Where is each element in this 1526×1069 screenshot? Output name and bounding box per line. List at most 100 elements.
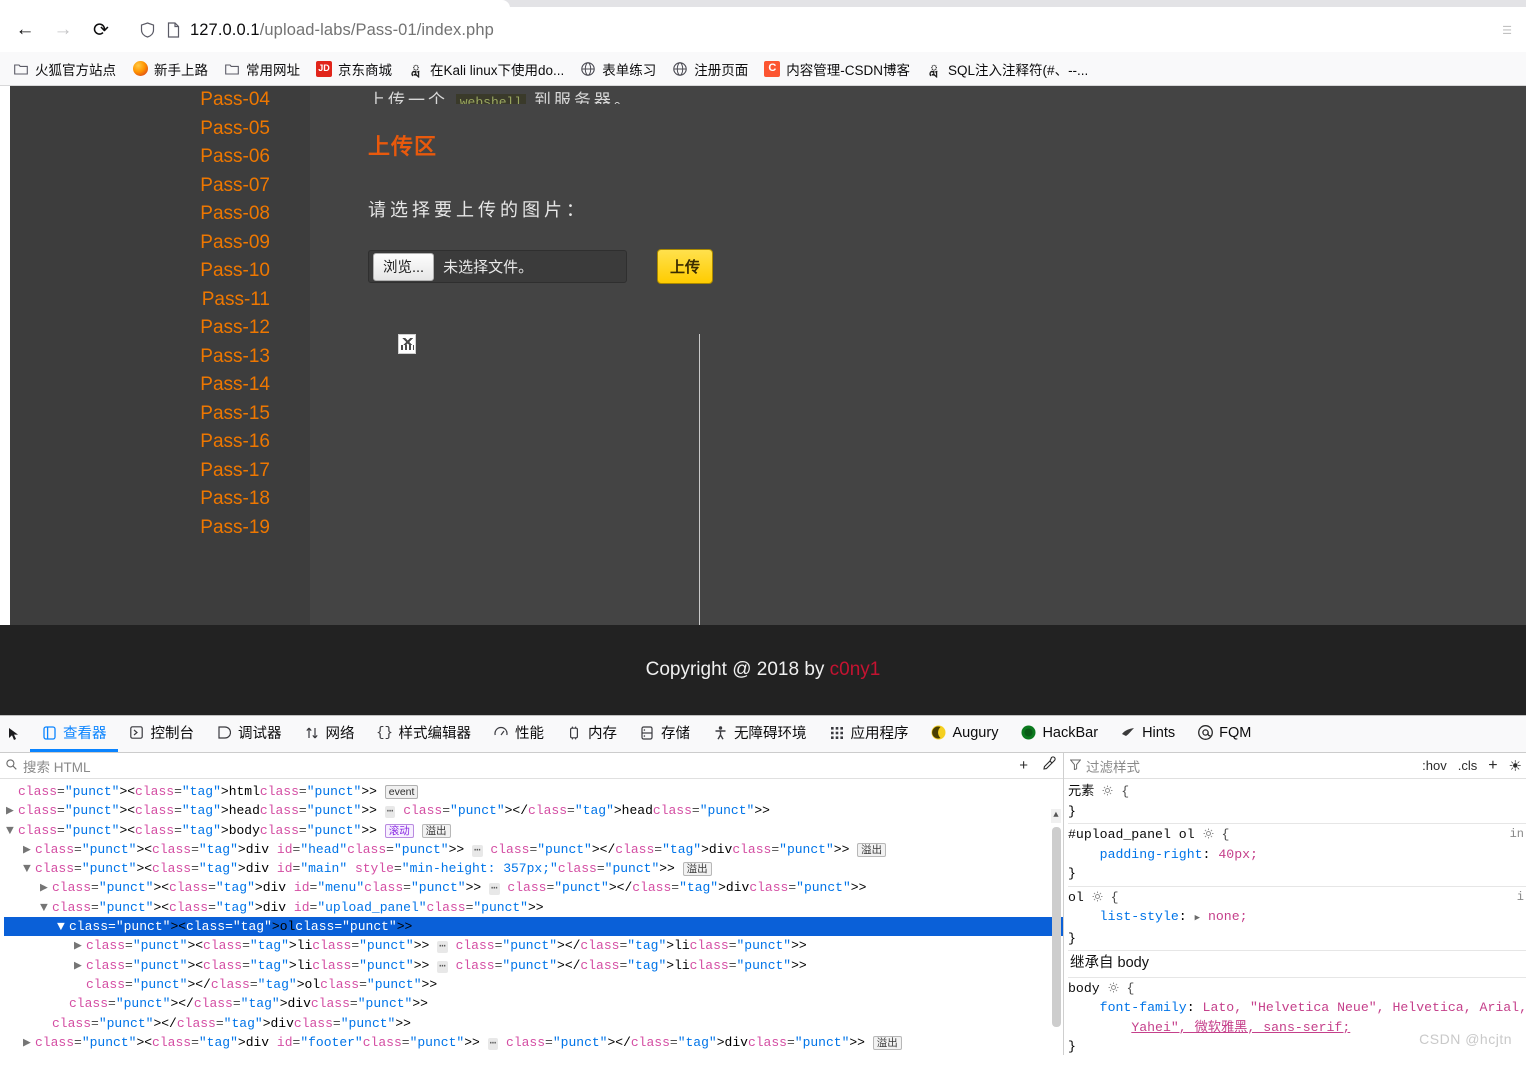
devtools-tab-hackbar[interactable]: HackBar bbox=[1009, 716, 1109, 752]
submit-upload-button[interactable]: 上传 bbox=[657, 249, 714, 284]
html-tree-node[interactable]: class="punct"></class="tag">divclass="pu… bbox=[4, 1014, 1063, 1033]
menu-link-pass-05[interactable]: Pass-05 bbox=[10, 115, 270, 144]
html-tree-node[interactable]: ▼ class="punct"><class="tag">bodyclass="p… bbox=[4, 821, 1063, 840]
augury-moon-icon bbox=[931, 725, 947, 741]
scroll-thumb[interactable] bbox=[1052, 827, 1061, 1027]
html-tree-node[interactable]: class="punct"><class="tag">htmlclass="pu… bbox=[4, 782, 1063, 801]
menu-link-pass-16[interactable]: Pass-16 bbox=[10, 428, 270, 457]
menu-link-pass-04[interactable]: Pass-04 bbox=[10, 86, 270, 115]
menu-link-pass-07[interactable]: Pass-07 bbox=[10, 172, 270, 201]
html-tree-node[interactable]: ▶ class="punct"><class="tag">div id="foot… bbox=[4, 1033, 1063, 1052]
plus-icon[interactable]: + bbox=[1488, 757, 1497, 775]
menu-link-pass-06[interactable]: Pass-06 bbox=[10, 143, 270, 172]
copyright-author: c0ny1 bbox=[829, 659, 881, 680]
html-tree-node[interactable]: ▶ class="punct"><class="tag">liclass="pun… bbox=[4, 936, 1063, 955]
devtools-tab-console[interactable]: 控制台 bbox=[118, 716, 206, 752]
html-tree-node[interactable]: ▶ class="punct"><class="tag">liclass="pun… bbox=[4, 956, 1063, 975]
css-selector-line[interactable]: in #upload_panel ol { bbox=[1068, 825, 1526, 845]
styles-filter-bar[interactable]: 过滤样式 :hov .cls + ☀ bbox=[1064, 753, 1526, 779]
watermark: CSDN @hcjtn bbox=[1419, 1031, 1512, 1047]
cls-toggle[interactable]: .cls bbox=[1458, 758, 1478, 773]
css-declaration[interactable]: font-family: Lato, "Helvetica Neue", Hel… bbox=[1068, 998, 1526, 1018]
devtools-tab-network[interactable]: 网络 bbox=[293, 716, 366, 752]
menu-link-pass-10[interactable]: Pass-10 bbox=[10, 257, 270, 286]
bookmark-item[interactable]: ླ 在Kali linux下使用do... bbox=[401, 56, 571, 82]
address-bar[interactable]: 127.0.0.1/upload-labs/Pass-01/index.php bbox=[130, 13, 1494, 47]
devtools-tab-fqm-at[interactable]: FQM bbox=[1186, 716, 1262, 752]
element-picker-icon[interactable] bbox=[0, 716, 30, 752]
devtools-tab-debugger[interactable]: 调试器 bbox=[205, 716, 293, 752]
html-tree-scrollbar[interactable]: ▲ bbox=[1051, 809, 1062, 1049]
html-tree-node[interactable]: ▶ class="punct"><class="tag">div id="menu… bbox=[4, 878, 1063, 897]
bookmark-item[interactable]: 表单练习 bbox=[573, 56, 663, 82]
html-search-placeholder: 搜索 HTML bbox=[23, 759, 91, 775]
menu-link-pass-08[interactable]: Pass-08 bbox=[10, 200, 270, 229]
devtools-tab-label: Augury bbox=[952, 724, 999, 741]
devtools-tab-style-editor[interactable]: {} 样式编辑器 bbox=[366, 716, 483, 752]
devtools-tab-label: 无障碍环境 bbox=[734, 726, 807, 742]
html-tree-node[interactable]: ▶ class="punct"><class="tag">div id="head… bbox=[4, 840, 1063, 859]
html-tree-node[interactable]: class="punct"></class="tag">olclass="pun… bbox=[4, 975, 1063, 994]
css-rule[interactable]: i ol { list-style: ▶ none;} bbox=[1068, 887, 1526, 951]
html-tree-node[interactable]: ▼ class="punct"><class="tag">div id="main… bbox=[4, 859, 1063, 878]
devtools-tab-storage[interactable]: 存储 bbox=[628, 716, 701, 752]
folder-icon bbox=[13, 61, 29, 77]
bookmark-item[interactable]: 火狐官方站点 bbox=[6, 56, 123, 82]
bookmark-label: 表单练习 bbox=[602, 62, 657, 78]
css-declaration[interactable]: padding-right: 40px; bbox=[1068, 845, 1526, 865]
menu-link-pass-13[interactable]: Pass-13 bbox=[10, 343, 270, 372]
menu-link-pass-09[interactable]: Pass-09 bbox=[10, 229, 270, 258]
browse-button[interactable]: 浏览... bbox=[373, 252, 435, 281]
devtools-tab-memory[interactable]: 内存 bbox=[555, 716, 628, 752]
scroll-up-arrow[interactable]: ▲ bbox=[1051, 809, 1061, 823]
css-rule[interactable]: in #upload_panel ol { padding-right: 40px… bbox=[1068, 824, 1526, 887]
url-text[interactable]: 127.0.0.1/upload-labs/Pass-01/index.php bbox=[190, 21, 494, 40]
html-search-bar[interactable]: 搜索 HTML + bbox=[0, 753, 1063, 779]
urlbar-extra-icon[interactable]: ☰ bbox=[1494, 24, 1520, 37]
bookmark-item[interactable]: 常用网址 bbox=[217, 56, 307, 82]
menu-link-pass-12[interactable]: Pass-12 bbox=[10, 314, 270, 343]
css-rule[interactable]: 元素 {} bbox=[1068, 781, 1526, 824]
firefox-icon bbox=[132, 61, 148, 77]
css-declaration[interactable]: list-style: ▶ none; bbox=[1068, 907, 1526, 929]
css-selector-line[interactable]: body { bbox=[1068, 979, 1526, 999]
html-tree-node[interactable]: class="punct"></class="tag">divclass="pu… bbox=[4, 994, 1063, 1013]
devtools-tab-performance[interactable]: 性能 bbox=[482, 716, 555, 752]
menu-link-pass-14[interactable]: Pass-14 bbox=[10, 371, 270, 400]
back-button[interactable]: ← bbox=[6, 13, 44, 47]
devtools-tab-augury-moon[interactable]: Augury bbox=[920, 716, 1010, 752]
menu-link-pass-19[interactable]: Pass-19 bbox=[10, 514, 270, 543]
html-tree[interactable]: class="punct"><class="tag">htmlclass="pu… bbox=[0, 779, 1063, 1055]
list-item: Pass-05 bbox=[10, 115, 270, 144]
devtools-tab-application[interactable]: 应用程序 bbox=[818, 716, 920, 752]
eyedropper-icon[interactable] bbox=[1042, 756, 1057, 775]
css-selector-line[interactable]: i ol { bbox=[1068, 888, 1526, 908]
bookmark-item[interactable]: ླ SQL注入注释符(#、--... bbox=[919, 56, 1095, 82]
menu-link-pass-17[interactable]: Pass-17 bbox=[10, 457, 270, 486]
bookmark-item[interactable]: 新手上路 bbox=[125, 56, 215, 82]
html-tree-node[interactable]: ▼ class="punct"><class="tag">div id="uplo… bbox=[4, 898, 1063, 917]
hov-toggle[interactable]: :hov bbox=[1422, 758, 1447, 773]
active-tab[interactable] bbox=[0, 0, 510, 8]
sun-icon[interactable]: ☀ bbox=[1509, 757, 1522, 775]
shield-icon[interactable] bbox=[138, 21, 156, 39]
menu-link-pass-15[interactable]: Pass-15 bbox=[10, 400, 270, 429]
file-input[interactable]: 浏览... 未选择文件。 bbox=[368, 250, 627, 283]
devtools-tab-hints[interactable]: Hints bbox=[1109, 716, 1186, 752]
plus-icon[interactable]: + bbox=[1019, 757, 1028, 774]
css-selector-line[interactable]: 元素 { bbox=[1068, 782, 1526, 802]
html-tree-node-selected[interactable]: ▼ class="punct"><class="tag">olclass="pun… bbox=[4, 917, 1063, 937]
bookmark-item[interactable]: C 内容管理-CSDN博客 bbox=[757, 56, 917, 82]
html-tree-node[interactable]: ▶class="punct"><class="tag">div class="m… bbox=[4, 1052, 1063, 1055]
html-tree-node[interactable]: ▶ class="punct"><class="tag">headclass="p… bbox=[4, 801, 1063, 820]
bookmark-item[interactable]: 注册页面 bbox=[665, 56, 755, 82]
menu-link-pass-11[interactable]: Pass-11 bbox=[10, 286, 270, 315]
bookmark-item[interactable]: JD 京东商城 bbox=[309, 56, 399, 82]
forward-button[interactable]: → bbox=[44, 13, 82, 47]
devtools-tab-accessibility[interactable]: 无障碍环境 bbox=[701, 716, 818, 752]
menu-link-pass-18[interactable]: Pass-18 bbox=[10, 485, 270, 514]
gear-icon bbox=[1092, 891, 1103, 901]
devtools-tab-inspector[interactable]: 查看器 bbox=[30, 716, 118, 752]
css-rules-list[interactable]: 元素 {} in #upload_panel ol { padding-right:… bbox=[1064, 779, 1526, 1055]
reload-button[interactable]: ⟳ bbox=[82, 13, 120, 47]
